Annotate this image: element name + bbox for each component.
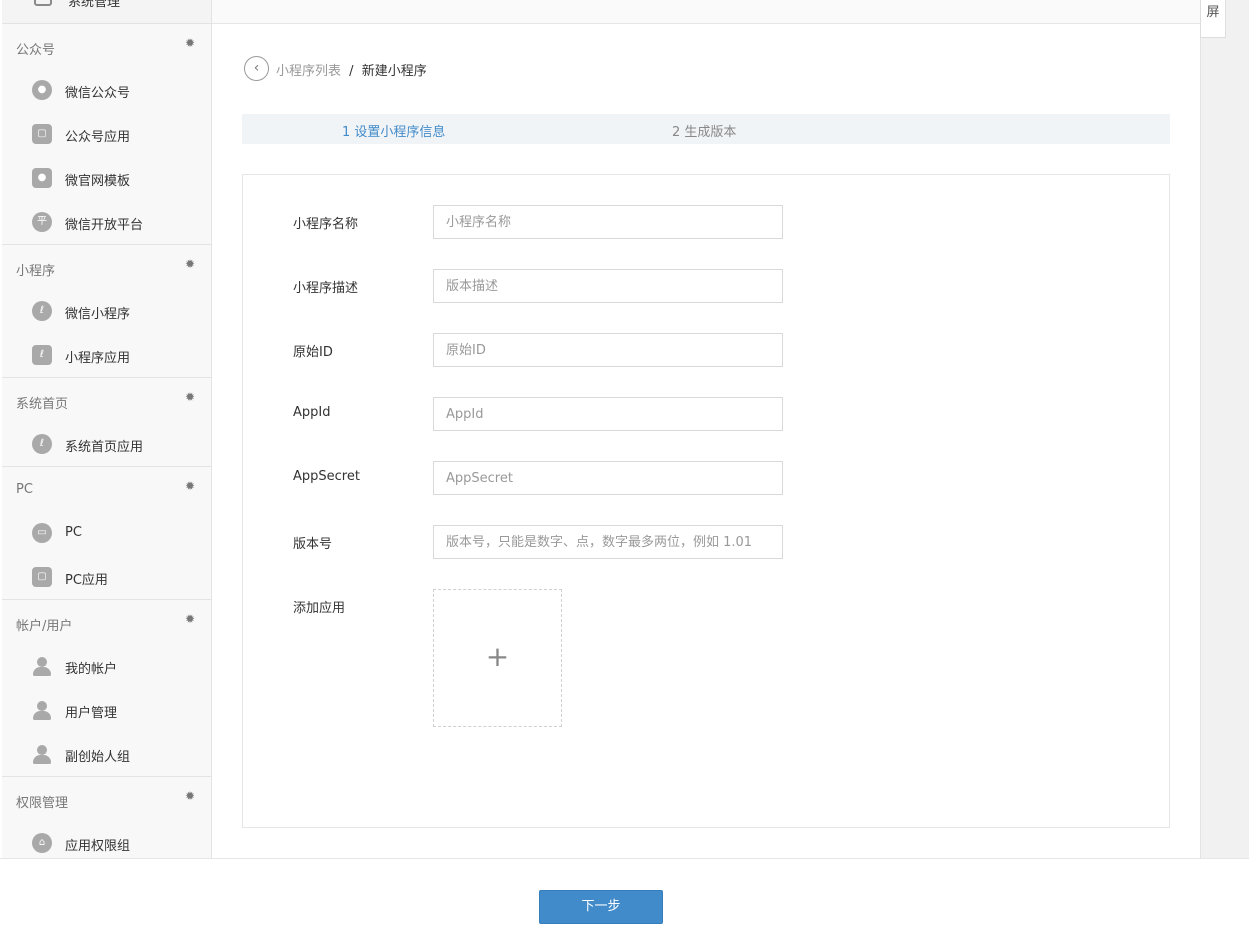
wechat-icon: ● [32, 168, 52, 188]
sidebar-item-label: 微信公众号 [65, 86, 131, 101]
sidebar-section-accounts: 帐户/用户 ✹ 我的帐户 用户管理 副创始人组 [2, 600, 211, 777]
footer: 下一步 [0, 858, 1249, 930]
sidebar-item-wechat-official[interactable]: ● 微信公众号 [2, 68, 211, 112]
sidebar-item-label: 公众号应用 [65, 130, 131, 145]
section-header: 帐户/用户 ✹ [2, 600, 211, 644]
gear-icon[interactable]: ✹ [185, 391, 197, 403]
section-title: 公众号 [16, 43, 56, 58]
version-input[interactable] [433, 525, 783, 559]
sidebar: 系统管理 公众号 ✹ ● 微信公众号 ▢ 公众号应用 ● 微官网模板 平 微信开… [2, 0, 212, 858]
section-title: 系统首页 [16, 397, 69, 412]
sidebar-item-micro-site-template[interactable]: ● 微官网模板 [2, 156, 211, 200]
name-input[interactable] [433, 205, 783, 239]
plus-icon: + [485, 640, 510, 673]
gear-icon[interactable]: ✹ [185, 480, 197, 492]
miniprogram-icon: ℓ [32, 434, 52, 454]
screen-button[interactable]: 屏 [1200, 0, 1226, 38]
bag-icon: ▢ [32, 124, 52, 144]
breadcrumb-separator: / [349, 64, 354, 79]
breadcrumb-link-list[interactable]: 小程序列表 [276, 64, 341, 79]
sidebar-item-label: 我的帐户 [65, 662, 118, 677]
bag-icon: ▢ [32, 567, 52, 587]
add-app-button[interactable]: + [433, 589, 562, 727]
field-label: 小程序描述 [293, 281, 359, 296]
lock-icon: ⌂ [32, 833, 52, 853]
section-title: PC [16, 482, 33, 497]
sidebar-item-label: 微信开放平台 [65, 218, 144, 233]
user-icon [32, 656, 52, 676]
field-label: AppId [293, 405, 331, 420]
platform-icon: 平 [32, 212, 52, 232]
sidebar-item-label: 微信小程序 [65, 307, 131, 322]
section-header: 系统首页 ✹ [2, 378, 211, 422]
step-2: 2 生成版本 [672, 125, 737, 140]
field-label: 原始ID [293, 345, 333, 360]
sidebar-item-pc[interactable]: ▭ PC [2, 511, 211, 555]
sidebar-section-official-account: 公众号 ✹ ● 微信公众号 ▢ 公众号应用 ● 微官网模板 平 微信开放平台 [2, 24, 211, 245]
sidebar-item-label: 系统管理 [68, 0, 121, 10]
users-icon [32, 700, 52, 720]
gear-icon[interactable]: ✹ [185, 258, 197, 270]
sidebar-item-pc-apps[interactable]: ▢ PC应用 [2, 555, 211, 599]
sidebar-item-wechat-miniprogram[interactable]: ℓ 微信小程序 [2, 289, 211, 333]
field-label: AppSecret [293, 469, 360, 484]
sidebar-section-miniprogram: 小程序 ✹ ℓ 微信小程序 ℓ 小程序应用 [2, 245, 211, 378]
steps-bar: 1 设置小程序信息 2 生成版本 [242, 114, 1170, 144]
section-title: 小程序 [16, 264, 56, 279]
origin-id-input[interactable] [433, 333, 783, 367]
monitor-icon [34, 0, 52, 6]
sidebar-item-label: 应用权限组 [65, 839, 131, 854]
next-button[interactable]: 下一步 [539, 890, 663, 924]
description-input[interactable] [433, 269, 783, 303]
sidebar-section-permissions: 权限管理 ✹ ⌂ 应用权限组 [2, 777, 211, 858]
sidebar-item-label: 用户管理 [65, 706, 118, 721]
section-header: PC ✹ [2, 467, 211, 511]
step-1: 1 设置小程序信息 [342, 125, 446, 140]
appid-input[interactable] [433, 397, 783, 431]
content-topbar [212, 0, 1200, 24]
sidebar-item-user-management[interactable]: 用户管理 [2, 688, 211, 732]
sidebar-item-cofounder-group[interactable]: 副创始人组 [2, 732, 211, 776]
sidebar-item-miniprogram-apps[interactable]: ℓ 小程序应用 [2, 333, 211, 377]
right-strip [1200, 0, 1249, 858]
sidebar-item-open-platform[interactable]: 平 微信开放平台 [2, 200, 211, 244]
sidebar-item-system[interactable]: 系统管理 [2, 0, 211, 24]
section-title: 权限管理 [16, 796, 69, 811]
user-settings-icon [32, 744, 52, 764]
sidebar-item-home-apps[interactable]: ℓ 系统首页应用 [2, 422, 211, 466]
sidebar-item-my-account[interactable]: 我的帐户 [2, 644, 211, 688]
wechat-icon: ● [32, 80, 52, 100]
field-label: 添加应用 [293, 601, 346, 616]
sidebar-section-home: 系统首页 ✹ ℓ 系统首页应用 [2, 378, 211, 467]
section-header: 小程序 ✹ [2, 245, 211, 289]
back-icon[interactable]: ‹ [244, 56, 269, 81]
gear-icon[interactable]: ✹ [185, 613, 197, 625]
form-panel: 小程序名称 小程序描述 原始ID AppId AppSecret 版本号 添加应… [242, 174, 1170, 828]
section-title: 帐户/用户 [16, 619, 73, 634]
sidebar-item-label: 副创始人组 [65, 750, 131, 765]
sidebar-item-official-apps[interactable]: ▢ 公众号应用 [2, 112, 211, 156]
breadcrumb: 小程序列表 / 新建小程序 [276, 60, 427, 79]
sidebar-item-label: 小程序应用 [65, 351, 131, 366]
gear-icon[interactable]: ✹ [185, 37, 197, 49]
miniprogram-icon: ℓ [32, 301, 52, 321]
sidebar-item-label: PC [65, 525, 82, 540]
field-label: 小程序名称 [293, 217, 359, 232]
sidebar-section-pc: PC ✹ ▭ PC ▢ PC应用 [2, 467, 211, 600]
gear-icon[interactable]: ✹ [185, 790, 197, 802]
sidebar-item-label: 微官网模板 [65, 174, 131, 189]
bag-icon: ℓ [32, 345, 52, 365]
sidebar-item-label: 系统首页应用 [65, 440, 144, 455]
monitor-icon: ▭ [32, 523, 52, 543]
appsecret-input[interactable] [433, 461, 783, 495]
field-label: 版本号 [293, 537, 333, 552]
sidebar-item-app-permission-group[interactable]: ⌂ 应用权限组 [2, 821, 211, 858]
section-header: 公众号 ✹ [2, 24, 211, 68]
breadcrumb-current: 新建小程序 [361, 64, 427, 79]
sidebar-item-label: PC应用 [65, 573, 108, 588]
section-header: 权限管理 ✹ [2, 777, 211, 821]
